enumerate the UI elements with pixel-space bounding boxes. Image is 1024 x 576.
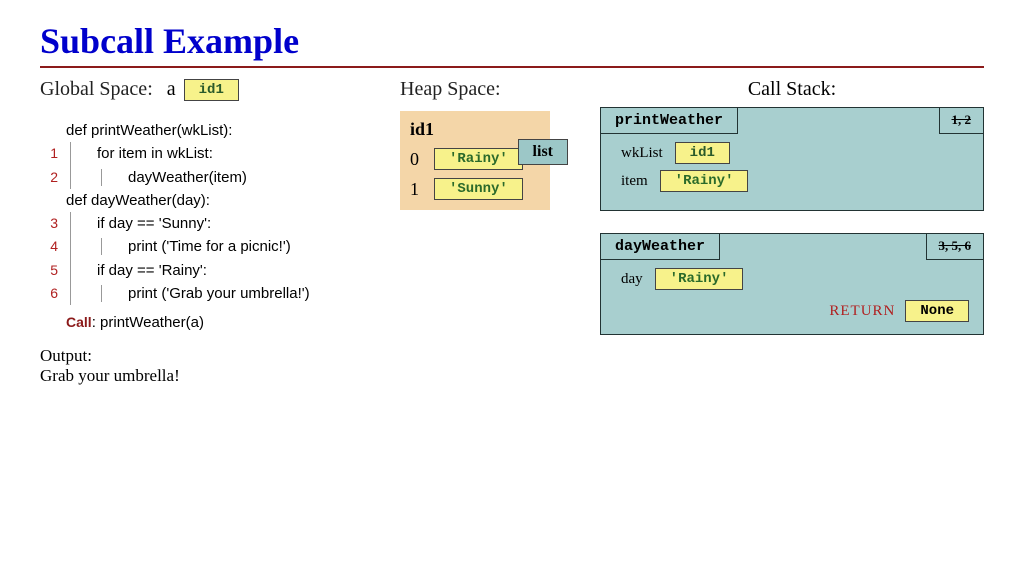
- heap-column: Heap Space: id1 list 0 'Rainy' 1 'Sunny': [400, 78, 600, 386]
- frame-name-printweather: printWeather: [601, 108, 738, 134]
- line-number-1: 1: [40, 143, 58, 165]
- frame-dayweather: dayWeather 3, 5, 6 day 'Rainy' RETURN No…: [600, 233, 984, 335]
- call-expression: printWeather(a): [100, 314, 204, 331]
- global-var-value: id1: [184, 79, 239, 101]
- global-space-label: Global Space:: [40, 78, 153, 101]
- code-line-6: print ('Grab your umbrella!'): [128, 285, 310, 302]
- code-line-5: if day == 'Rainy':: [97, 262, 207, 279]
- frame-lines-printweather: 1, 2: [939, 108, 984, 134]
- call-stack-label: Call Stack:: [600, 78, 984, 101]
- call-label: Call: [66, 314, 92, 330]
- frame1-var1-name: wkList: [621, 145, 663, 162]
- left-column: Global Space: a id1 def printWeather(wkL…: [40, 78, 400, 386]
- frame1-var2-value: 'Rainy': [660, 170, 749, 192]
- code-line-1: for item in wkList:: [97, 145, 213, 162]
- return-value: None: [905, 300, 969, 322]
- line-number-4: 4: [40, 236, 58, 258]
- return-label: RETURN: [829, 303, 895, 320]
- line-number-5: 5: [40, 260, 58, 282]
- output-label: Output:: [40, 346, 400, 366]
- code-listing: def printWeather(wkList): 1 for item in w…: [40, 119, 400, 334]
- heap-object: id1 list 0 'Rainy' 1 'Sunny': [400, 111, 550, 210]
- frame1-var1-value: id1: [675, 142, 730, 164]
- output-text: Grab your umbrella!: [40, 366, 400, 386]
- line-number-3: 3: [40, 213, 58, 235]
- code-line-2: dayWeather(item): [128, 169, 247, 186]
- line-number-6: 6: [40, 283, 58, 305]
- code-def-printweather: def printWeather(wkList):: [66, 119, 232, 142]
- line-number-2: 2: [40, 167, 58, 189]
- heap-space-label: Heap Space:: [400, 78, 600, 101]
- heap-index-1: 1: [410, 179, 424, 200]
- heap-object-type: list: [518, 139, 568, 165]
- page-title: Subcall Example: [40, 20, 984, 62]
- code-def-dayweather: def dayWeather(day):: [66, 189, 210, 212]
- code-line-4: print ('Time for a picnic!'): [128, 238, 291, 255]
- code-line-3: if day == 'Sunny':: [97, 215, 211, 232]
- frame-printweather: printWeather 1, 2 wkList id1 item 'Rainy…: [600, 107, 984, 211]
- call-stack-column: Call Stack: printWeather 1, 2 wkList id1…: [600, 78, 984, 386]
- title-divider: [40, 66, 984, 68]
- heap-object-id: id1: [410, 119, 540, 140]
- frame2-var1-value: 'Rainy': [655, 268, 744, 290]
- heap-value-0: 'Rainy': [434, 148, 523, 170]
- frame1-var2-name: item: [621, 173, 648, 190]
- frame2-var1-name: day: [621, 271, 643, 288]
- output-section: Output: Grab your umbrella!: [40, 346, 400, 386]
- heap-index-0: 0: [410, 149, 424, 170]
- heap-value-1: 'Sunny': [434, 178, 523, 200]
- frame-lines-dayweather: 3, 5, 6: [926, 234, 984, 260]
- global-var-name: a: [167, 78, 176, 101]
- frame-name-dayweather: dayWeather: [601, 234, 720, 260]
